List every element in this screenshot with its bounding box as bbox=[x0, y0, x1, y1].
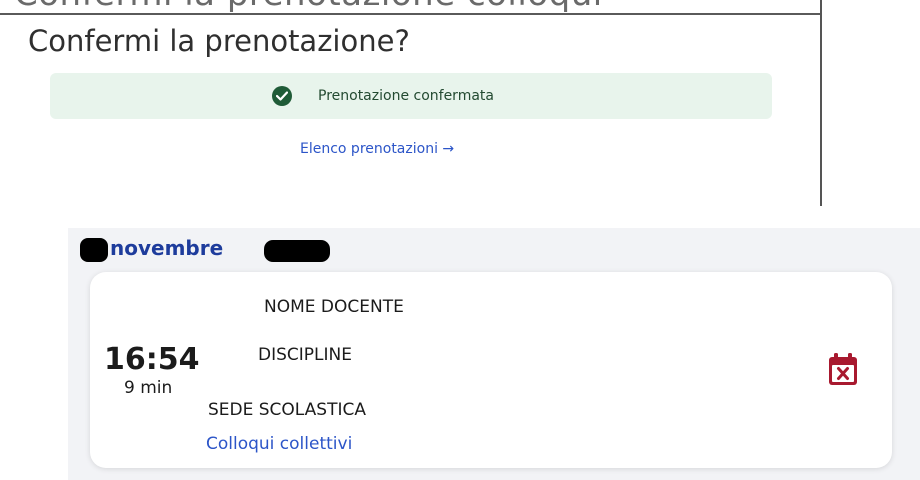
teacher-name: NOME DOCENTE bbox=[264, 297, 404, 317]
redacted-day bbox=[80, 238, 108, 262]
booking-list-panel: novembre 16:54 9 min NOME DOCENTE DISCIP… bbox=[68, 228, 920, 480]
school-location: SEDE SCOLASTICA bbox=[208, 400, 366, 420]
booking-duration: 9 min bbox=[124, 378, 173, 398]
booking-confirm-panel: Confermi la prenotazione colloqui Confer… bbox=[0, 0, 822, 206]
booking-time: 16:54 bbox=[104, 342, 200, 377]
divider bbox=[0, 13, 820, 15]
cut-off-heading: Confermi la prenotazione colloqui bbox=[14, 0, 694, 14]
redacted-year bbox=[264, 240, 330, 262]
status-message: Prenotazione confermata bbox=[318, 88, 494, 104]
discipline: DISCIPLINE bbox=[258, 345, 352, 365]
check-circle-icon bbox=[272, 86, 292, 106]
bookings-list-link[interactable]: Elenco prenotazioni → bbox=[300, 141, 454, 157]
page-title: Confermi la prenotazione? bbox=[28, 24, 410, 58]
success-alert: Prenotazione confermata bbox=[50, 73, 772, 119]
cancel-booking-button[interactable] bbox=[828, 352, 858, 386]
calendar-remove-icon bbox=[829, 353, 857, 385]
booking-card: 16:54 9 min NOME DOCENTE DISCIPLINE SEDE… bbox=[90, 272, 892, 468]
date-month: novembre bbox=[110, 236, 224, 260]
booking-type-link[interactable]: Colloqui collettivi bbox=[206, 434, 352, 454]
